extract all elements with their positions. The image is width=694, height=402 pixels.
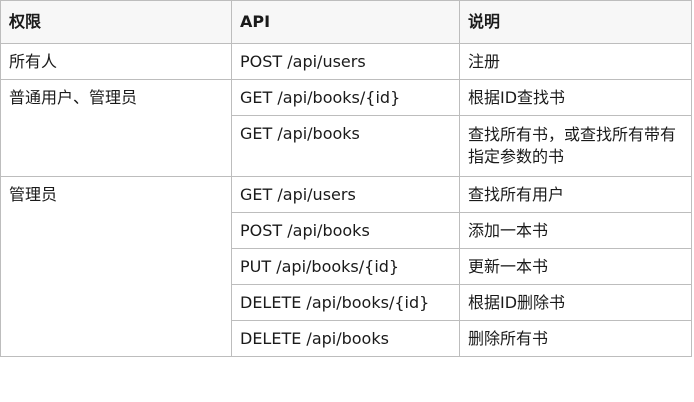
api-text: PUT /api/books/{id} <box>240 257 400 276</box>
permission-cell: 所有人 <box>0 43 232 80</box>
table-header-row: 权限 API 说明 <box>0 0 692 44</box>
header-permission: 权限 <box>0 0 232 44</box>
description-cell: 注册 <box>459 43 692 80</box>
permission-cell: 管理员 <box>0 176 232 357</box>
permission-text: 所有人 <box>9 52 58 71</box>
api-text: POST /api/books <box>240 221 370 240</box>
header-description: 说明 <box>459 0 692 44</box>
description-text: 添加一本书 <box>468 221 549 240</box>
api-cell: GET /api/books/{id} <box>231 79 460 116</box>
permission-cell: 普通用户、管理员 <box>0 79 232 177</box>
description-text: 删除所有书 <box>468 329 549 348</box>
description-text: 根据ID查找书 <box>468 88 566 107</box>
api-cell: POST /api/books <box>231 212 460 249</box>
description-cell: 更新一本书 <box>459 248 692 285</box>
table-row: 普通用户、管理员 GET /api/books/{id} 根据ID查找书 <box>0 79 692 177</box>
description-text: 注册 <box>468 52 501 71</box>
description-cell: 根据ID删除书 <box>459 284 692 321</box>
api-cell: POST /api/users <box>231 43 460 80</box>
api-permission-table: 权限 API 说明 所有人 POST /api/users 注册 普通用户、管理… <box>0 0 692 357</box>
description-cell: 查找所有书，或查找所有带有指定参数的书 <box>459 115 692 177</box>
description-cell: 删除所有书 <box>459 320 692 357</box>
api-text: DELETE /api/books <box>240 329 389 348</box>
api-text: DELETE /api/books/{id} <box>240 293 430 312</box>
api-text: GET /api/users <box>240 185 356 204</box>
description-text: 查找所有用户 <box>468 185 565 204</box>
description-cell: 查找所有用户 <box>459 176 692 213</box>
description-text: 更新一本书 <box>468 257 549 276</box>
api-cell: DELETE /api/books <box>231 320 460 357</box>
header-api: API <box>231 0 460 44</box>
description-cell: 根据ID查找书 <box>459 79 692 116</box>
api-cell: PUT /api/books/{id} <box>231 248 460 285</box>
description-cell: 添加一本书 <box>459 212 692 249</box>
table-row: 管理员 GET /api/users 查找所有用户 <box>0 176 692 357</box>
description-text: 根据ID删除书 <box>468 293 566 312</box>
api-text: GET /api/books/{id} <box>240 88 401 107</box>
description-text: 查找所有书，或查找所有带有指定参数的书 <box>468 125 677 166</box>
api-cell: GET /api/books <box>231 115 460 177</box>
api-cell: GET /api/users <box>231 176 460 213</box>
permission-text: 普通用户、管理员 <box>9 88 138 107</box>
api-text: GET /api/books <box>240 124 360 143</box>
permission-text: 管理员 <box>9 185 58 204</box>
api-cell: DELETE /api/books/{id} <box>231 284 460 321</box>
api-text: POST /api/users <box>240 52 366 71</box>
table-row: 所有人 POST /api/users 注册 <box>0 43 692 80</box>
